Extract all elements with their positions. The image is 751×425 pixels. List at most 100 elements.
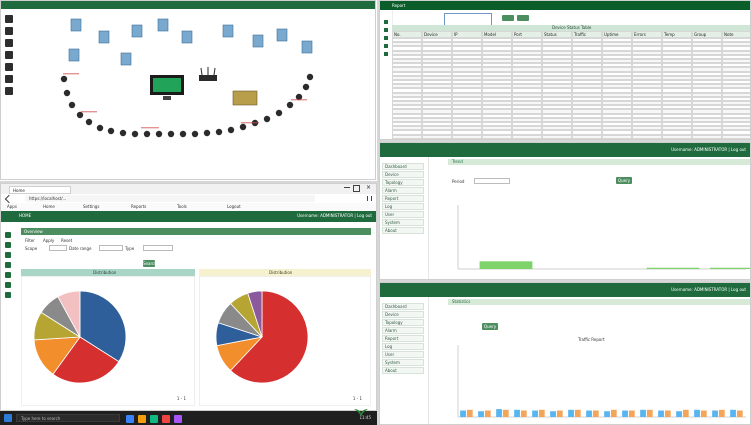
node[interactable] xyxy=(263,115,271,123)
search-button[interactable]: Search xyxy=(143,260,157,267)
dropdown-field[interactable] xyxy=(143,245,173,251)
device-node[interactable] xyxy=(131,24,143,38)
node[interactable] xyxy=(96,124,104,132)
bar[interactable] xyxy=(479,261,533,269)
table-header-cell[interactable]: Traffic xyxy=(572,31,602,38)
device-node[interactable] xyxy=(68,48,80,62)
bar[interactable] xyxy=(520,410,527,417)
sidebar-item[interactable]: Report xyxy=(382,335,424,342)
rail-icon[interactable] xyxy=(5,282,11,288)
node[interactable] xyxy=(191,130,199,138)
device-node[interactable] xyxy=(222,24,234,38)
node[interactable] xyxy=(203,129,211,137)
sidebar-item[interactable]: Alarm xyxy=(382,187,424,194)
table-button[interactable] xyxy=(517,15,529,21)
bar[interactable] xyxy=(676,411,682,417)
close-icon[interactable]: × xyxy=(366,185,372,191)
sidebar-item[interactable]: Dashboard xyxy=(382,303,424,310)
filter-control[interactable]: Filter xyxy=(25,238,35,243)
stats-query-button[interactable]: Query xyxy=(482,323,498,330)
bar[interactable] xyxy=(712,410,718,417)
node[interactable] xyxy=(107,127,115,135)
bar[interactable] xyxy=(640,409,646,417)
bar[interactable] xyxy=(700,410,707,417)
device-node[interactable] xyxy=(276,28,288,42)
bar[interactable] xyxy=(604,411,610,417)
bar[interactable] xyxy=(496,409,502,417)
table-header-cell[interactable]: Temp xyxy=(662,31,692,38)
device-node[interactable] xyxy=(120,52,132,66)
bar[interactable] xyxy=(622,410,628,417)
node[interactable] xyxy=(85,118,93,126)
node[interactable] xyxy=(155,130,163,138)
address-input[interactable]: https://localhost/... xyxy=(25,195,315,202)
minimize-icon[interactable] xyxy=(344,187,350,188)
filter-control[interactable]: Reset xyxy=(61,238,72,243)
maximize-icon[interactable] xyxy=(353,185,360,192)
sidebar-item[interactable]: System xyxy=(382,359,424,366)
rail-icon[interactable] xyxy=(5,252,11,258)
trend-query-button[interactable]: Query xyxy=(616,177,632,184)
trend-filter-select[interactable] xyxy=(474,178,510,184)
node[interactable] xyxy=(179,130,187,138)
bar[interactable] xyxy=(694,409,700,417)
node[interactable] xyxy=(227,126,235,134)
bookmark-item[interactable]: Home xyxy=(43,204,55,209)
device-node[interactable] xyxy=(301,40,313,54)
dropdown-field[interactable] xyxy=(99,245,123,251)
dropdown-field[interactable] xyxy=(49,245,67,251)
table-header-cell[interactable]: Device xyxy=(422,31,452,38)
table-header-cell[interactable]: Group xyxy=(692,31,722,38)
table-header-cell[interactable]: IP xyxy=(452,31,482,38)
rail-icon[interactable] xyxy=(5,292,11,298)
bar[interactable] xyxy=(466,409,473,417)
table-button[interactable] xyxy=(502,15,514,21)
taskbar-app-icon[interactable] xyxy=(126,415,134,423)
node[interactable] xyxy=(275,109,283,117)
table-header-cell[interactable]: Uptime xyxy=(602,31,632,38)
bookmark-item[interactable]: Apps xyxy=(7,204,17,209)
sidebar-item[interactable]: Topology xyxy=(382,179,424,186)
device-node[interactable] xyxy=(98,30,110,44)
bar[interactable] xyxy=(730,409,736,417)
bookmark-item[interactable]: Logout xyxy=(227,204,241,209)
bar[interactable] xyxy=(484,410,491,417)
browser-tab[interactable]: Home xyxy=(9,186,71,194)
bar[interactable] xyxy=(658,410,664,417)
node[interactable] xyxy=(143,130,151,138)
bar[interactable] xyxy=(538,409,545,417)
table-header-cell[interactable]: Errors xyxy=(632,31,662,38)
node[interactable] xyxy=(215,128,223,136)
menu-icon[interactable] xyxy=(367,196,372,201)
table-header-cell[interactable]: Model xyxy=(482,31,512,38)
bar[interactable] xyxy=(550,411,556,417)
bookmark-item[interactable]: Settings xyxy=(83,204,99,209)
start-icon[interactable] xyxy=(4,414,12,422)
sidebar-item[interactable]: Device xyxy=(382,171,424,178)
node[interactable] xyxy=(63,89,71,97)
table-header-cell[interactable]: No. xyxy=(392,31,422,38)
bar[interactable] xyxy=(532,410,538,417)
bookmark-item[interactable]: Reports xyxy=(131,204,146,209)
rail-icon[interactable] xyxy=(384,28,388,32)
table-header-cell[interactable]: Port xyxy=(512,31,542,38)
bar[interactable] xyxy=(514,409,520,417)
monitor-icon[interactable] xyxy=(150,75,184,100)
node[interactable] xyxy=(167,130,175,138)
device-node[interactable] xyxy=(252,34,264,48)
sidebar-item[interactable]: About xyxy=(382,367,424,374)
sidebar-item[interactable]: Report xyxy=(382,195,424,202)
rail-icon[interactable] xyxy=(5,242,11,248)
sidebar-item[interactable]: User xyxy=(382,211,424,218)
table-header-cell[interactable]: Note xyxy=(722,31,750,38)
node[interactable] xyxy=(60,75,68,83)
bar[interactable] xyxy=(460,410,466,417)
bar[interactable] xyxy=(478,411,484,417)
bar[interactable] xyxy=(628,410,635,417)
rail-icon[interactable] xyxy=(5,272,11,278)
node[interactable] xyxy=(286,101,294,109)
bar[interactable] xyxy=(646,409,653,417)
device-node[interactable] xyxy=(181,30,193,44)
rail-icon[interactable] xyxy=(384,36,388,40)
taskbar-search[interactable]: Type here to search xyxy=(16,414,120,422)
